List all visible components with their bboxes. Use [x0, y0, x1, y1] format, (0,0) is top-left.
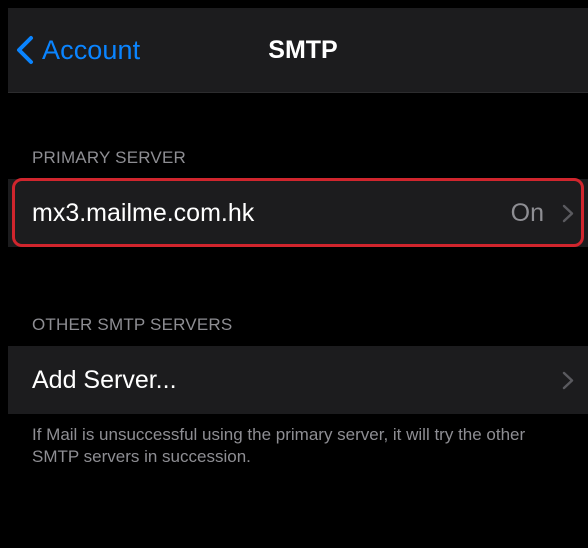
navbar-divider [8, 92, 588, 93]
smtp-settings-screen: Account SMTP PRIMARY SERVER mx3.mailme.c… [8, 8, 588, 548]
chevron-right-icon [562, 204, 574, 223]
chevron-right-icon [562, 371, 574, 390]
navigation-bar: Account SMTP [8, 8, 588, 92]
primary-server-name: mx3.mailme.com.hk [32, 198, 255, 227]
primary-server-row[interactable]: mx3.mailme.com.hk On [8, 179, 588, 247]
add-server-label: Add Server... [32, 365, 177, 394]
page-title: SMTP [268, 36, 338, 64]
other-smtp-servers-section-header: OTHER SMTP SERVERS [32, 315, 233, 334]
section-footer-text: If Mail is unsuccessful using the primar… [32, 425, 526, 466]
primary-server-status: On [510, 198, 544, 227]
primary-server-section-header: PRIMARY SERVER [32, 148, 186, 167]
add-server-row[interactable]: Add Server... [8, 346, 588, 414]
